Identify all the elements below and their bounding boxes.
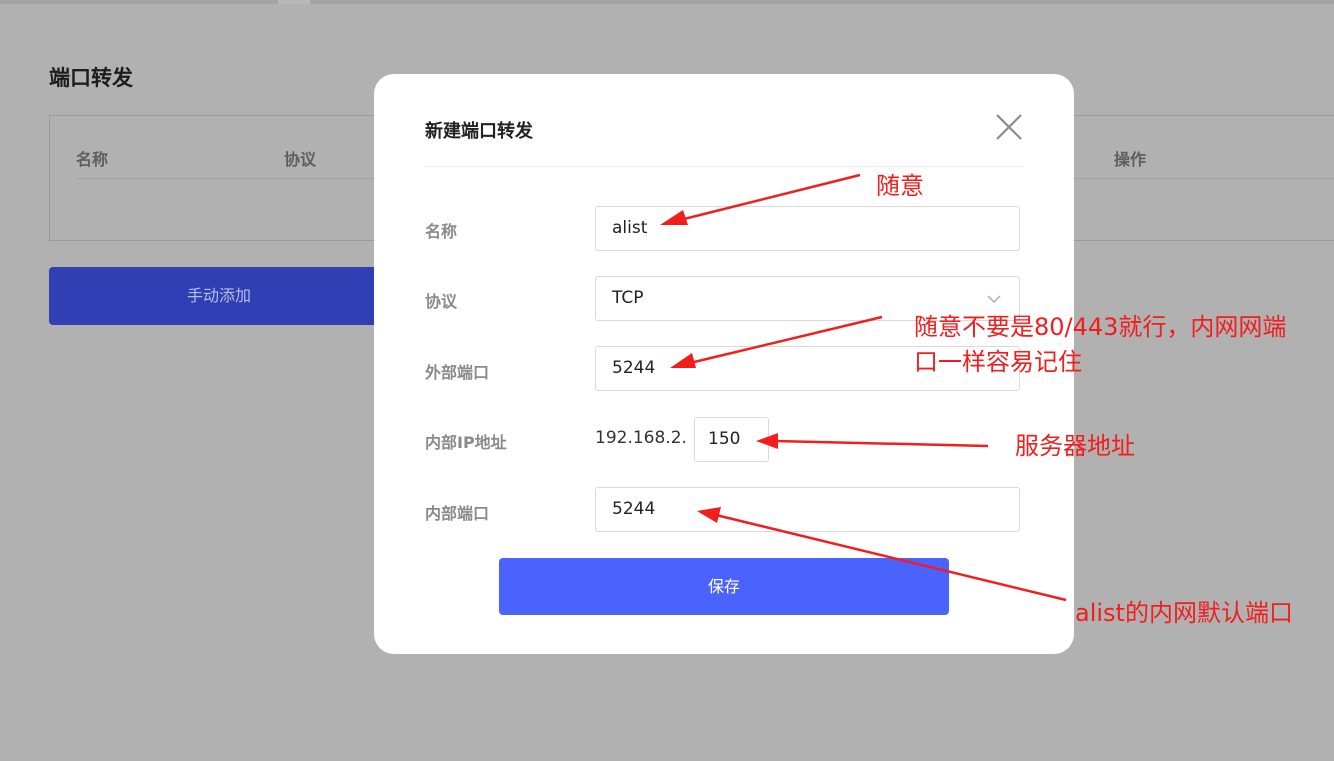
- annotation-port-line2: 口一样容易记住: [914, 348, 1082, 376]
- protocol-select-value: TCP: [612, 288, 644, 308]
- external-port-label: 外部端口: [425, 363, 490, 382]
- top-bar: [0, 0, 1334, 4]
- name-input[interactable]: alist: [595, 206, 1020, 251]
- dialog-divider: [425, 166, 1023, 167]
- save-button[interactable]: 保存: [499, 558, 949, 615]
- internal-ip-last-octet-input[interactable]: 150: [694, 417, 769, 462]
- chevron-down-icon: [987, 295, 1001, 304]
- protocol-label: 协议: [425, 292, 458, 311]
- page-title: 端口转发: [49, 66, 133, 90]
- name-label: 名称: [425, 222, 458, 241]
- column-header-protocol: 协议: [284, 150, 317, 169]
- dialog-title: 新建端口转发: [425, 121, 533, 142]
- annotation-internal-port: alist的内网默认端口: [1075, 599, 1293, 627]
- internal-ip-label: 内部IP地址: [425, 433, 507, 452]
- annotation-port-line1: 随意不要是80/443就行，内网网端: [914, 313, 1287, 341]
- close-icon[interactable]: [994, 112, 1024, 142]
- manual-add-button[interactable]: 手动添加: [49, 267, 389, 325]
- annotation-ip: 服务器地址: [1015, 432, 1135, 460]
- internal-port-label: 内部端口: [425, 504, 490, 523]
- internal-ip-prefix: 192.168.2.: [595, 428, 687, 448]
- column-header-name: 名称: [76, 150, 109, 169]
- annotation-name: 随意: [876, 172, 924, 200]
- top-bar-indicator: [278, 0, 310, 4]
- column-header-actions: 操作: [1114, 150, 1147, 169]
- internal-port-input[interactable]: 5244: [595, 487, 1020, 532]
